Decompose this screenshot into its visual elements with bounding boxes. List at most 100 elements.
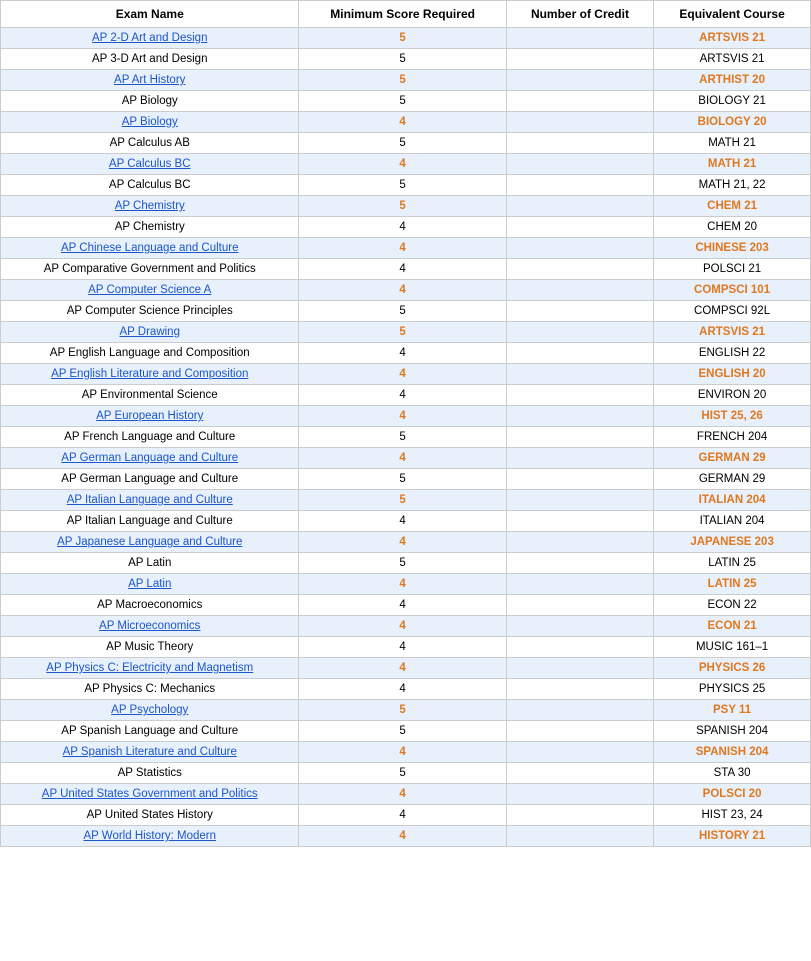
equiv-course-cell: BIOLOGY 21 — [654, 91, 811, 112]
table-row: AP United States Government and Politics… — [1, 784, 811, 805]
equiv-course-cell: ECON 22 — [654, 595, 811, 616]
equiv-course-cell: COMPSCI 101 — [654, 280, 811, 301]
min-score-cell: 5 — [299, 553, 506, 574]
equiv-course-cell: PHYSICS 26 — [654, 658, 811, 679]
credits-cell — [506, 700, 653, 721]
exam-name-cell: AP 3-D Art and Design — [1, 49, 299, 70]
min-score-cell: 4 — [299, 364, 506, 385]
equiv-course-cell: PSY 11 — [654, 700, 811, 721]
exam-name-cell: AP Physics C: Mechanics — [1, 679, 299, 700]
min-score-cell: 5 — [299, 322, 506, 343]
min-score-cell: 5 — [299, 196, 506, 217]
exam-name-cell: AP United States Government and Politics — [1, 784, 299, 805]
credits-cell — [506, 826, 653, 847]
exam-name-cell: AP Computer Science Principles — [1, 301, 299, 322]
min-score-cell: 4 — [299, 826, 506, 847]
exam-name-cell: AP Physics C: Electricity and Magnetism — [1, 658, 299, 679]
exam-name-cell: AP Calculus BC — [1, 154, 299, 175]
exam-name-cell: AP Chinese Language and Culture — [1, 238, 299, 259]
credits-cell — [506, 658, 653, 679]
table-row: AP Latin4LATIN 25 — [1, 574, 811, 595]
min-score-cell: 4 — [299, 112, 506, 133]
min-score-cell: 5 — [299, 763, 506, 784]
credits-cell — [506, 805, 653, 826]
exam-name-cell: AP United States History — [1, 805, 299, 826]
table-row: AP Calculus BC4MATH 21 — [1, 154, 811, 175]
credits-cell — [506, 742, 653, 763]
credits-cell — [506, 784, 653, 805]
table-row: AP German Language and Culture5GERMAN 29 — [1, 469, 811, 490]
credits-cell — [506, 196, 653, 217]
exam-name-cell: AP Statistics — [1, 763, 299, 784]
table-row: AP Calculus AB5MATH 21 — [1, 133, 811, 154]
table-row: AP Chinese Language and Culture4CHINESE … — [1, 238, 811, 259]
equiv-course-cell: MUSIC 161–1 — [654, 637, 811, 658]
credits-cell — [506, 154, 653, 175]
credits-cell — [506, 406, 653, 427]
min-score-cell: 5 — [299, 469, 506, 490]
equiv-course-cell: ITALIAN 204 — [654, 490, 811, 511]
exam-name-cell: AP Latin — [1, 574, 299, 595]
equiv-course-cell: SPANISH 204 — [654, 742, 811, 763]
min-score-cell: 4 — [299, 385, 506, 406]
ap-credit-table: Exam Name Minimum Score Required Number … — [0, 0, 811, 847]
table-row: AP World History: Modern4HISTORY 21 — [1, 826, 811, 847]
equiv-course-cell: ARTSVIS 21 — [654, 322, 811, 343]
table-row: AP Physics C: Electricity and Magnetism4… — [1, 658, 811, 679]
table-row: AP United States History4HIST 23, 24 — [1, 805, 811, 826]
exam-name-cell: AP Biology — [1, 112, 299, 133]
table-row: AP Chemistry4CHEM 20 — [1, 217, 811, 238]
min-score-cell: 4 — [299, 637, 506, 658]
equiv-course-cell: CHINESE 203 — [654, 238, 811, 259]
min-score-cell: 5 — [299, 721, 506, 742]
equiv-course-cell: STA 30 — [654, 763, 811, 784]
table-row: AP Environmental Science4ENVIRON 20 — [1, 385, 811, 406]
min-score-cell: 4 — [299, 343, 506, 364]
table-row: AP Computer Science A4COMPSCI 101 — [1, 280, 811, 301]
table-row: AP European History4HIST 25, 26 — [1, 406, 811, 427]
min-score-cell: 5 — [299, 427, 506, 448]
exam-name-cell: AP Spanish Language and Culture — [1, 721, 299, 742]
header-equiv-course: Equivalent Course — [654, 1, 811, 28]
table-row: AP Microeconomics4ECON 21 — [1, 616, 811, 637]
table-row: AP Computer Science Principles5COMPSCI 9… — [1, 301, 811, 322]
table-row: AP Japanese Language and Culture4JAPANES… — [1, 532, 811, 553]
credits-cell — [506, 616, 653, 637]
header-num-credits: Number of Credit — [506, 1, 653, 28]
table-row: AP Spanish Language and Culture5SPANISH … — [1, 721, 811, 742]
equiv-course-cell: ARTSVIS 21 — [654, 49, 811, 70]
credits-cell — [506, 490, 653, 511]
equiv-course-cell: POLSCI 21 — [654, 259, 811, 280]
equiv-course-cell: PHYSICS 25 — [654, 679, 811, 700]
equiv-course-cell: ARTSVIS 21 — [654, 28, 811, 49]
table-row: AP German Language and Culture4GERMAN 29 — [1, 448, 811, 469]
credits-cell — [506, 91, 653, 112]
min-score-cell: 5 — [299, 301, 506, 322]
table-row: AP Art History5ARTHIST 20 — [1, 70, 811, 91]
min-score-cell: 5 — [299, 175, 506, 196]
min-score-cell: 5 — [299, 70, 506, 91]
exam-name-cell: AP Chemistry — [1, 217, 299, 238]
credits-cell — [506, 70, 653, 91]
equiv-course-cell: ECON 21 — [654, 616, 811, 637]
min-score-cell: 4 — [299, 532, 506, 553]
exam-name-cell: AP Latin — [1, 553, 299, 574]
exam-name-cell: AP Calculus BC — [1, 175, 299, 196]
table-row: AP Spanish Literature and Culture4SPANIS… — [1, 742, 811, 763]
credits-cell — [506, 385, 653, 406]
equiv-course-cell: GERMAN 29 — [654, 469, 811, 490]
exam-name-cell: AP Music Theory — [1, 637, 299, 658]
min-score-cell: 4 — [299, 259, 506, 280]
equiv-course-cell: FRENCH 204 — [654, 427, 811, 448]
table-row: AP Biology5BIOLOGY 21 — [1, 91, 811, 112]
min-score-cell: 4 — [299, 280, 506, 301]
exam-name-cell: AP German Language and Culture — [1, 448, 299, 469]
min-score-cell: 4 — [299, 595, 506, 616]
credits-cell — [506, 175, 653, 196]
table-row: AP Latin5LATIN 25 — [1, 553, 811, 574]
table-row: AP Calculus BC5MATH 21, 22 — [1, 175, 811, 196]
table-row: AP 2-D Art and Design5ARTSVIS 21 — [1, 28, 811, 49]
exam-name-cell: AP Biology — [1, 91, 299, 112]
exam-name-cell: AP Chemistry — [1, 196, 299, 217]
header-exam-name: Exam Name — [1, 1, 299, 28]
